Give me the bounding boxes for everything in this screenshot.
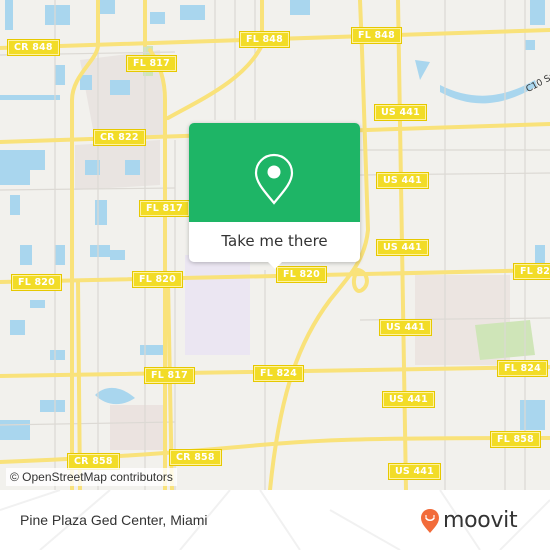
road-label: US 441 <box>388 463 441 480</box>
road-label: FL 817 <box>126 55 177 72</box>
moovit-wordmark: moovit <box>443 508 518 533</box>
road-label: US 441 <box>382 391 435 408</box>
road-label: FL 820 <box>11 274 62 291</box>
road-label: FL 848 <box>351 27 402 44</box>
road-label: FL 820 <box>132 271 183 288</box>
map-attribution[interactable]: © OpenStreetMap contributors <box>6 468 177 486</box>
road-label: FL 817 <box>139 200 190 217</box>
take-me-there-button[interactable]: Take me there <box>189 222 360 262</box>
road-label: FL 817 <box>144 367 195 384</box>
road-label: FL 858 <box>490 431 541 448</box>
road-label: CR 858 <box>169 449 222 466</box>
road-label: US 441 <box>374 104 427 121</box>
road-label: FL 824 <box>253 365 304 382</box>
footer: Pine Plaza Ged Center, Miami moovit <box>0 490 550 550</box>
place-name: Pine Plaza Ged Center, Miami <box>20 512 208 528</box>
road-label: US 441 <box>379 319 432 336</box>
popup-header <box>189 123 360 222</box>
road-label: US 441 <box>376 239 429 256</box>
map-view[interactable]: CR 848 FL 848 FL 848 FL 817 CR 822 US 44… <box>0 0 550 490</box>
road-label: CR 822 <box>93 129 146 146</box>
moovit-pin-icon <box>421 509 439 533</box>
road-label: US 441 <box>376 172 429 189</box>
road-label: FL 824 <box>497 360 548 377</box>
moovit-logo[interactable]: moovit <box>420 508 518 534</box>
road-label: CR 858 <box>67 453 120 470</box>
residential-area <box>110 405 165 450</box>
road-label: FL 848 <box>239 31 290 48</box>
institutional-area <box>185 255 250 355</box>
map-pin-icon <box>254 153 294 205</box>
road-label: FL 820 <box>513 263 550 280</box>
take-me-there-popup[interactable]: Take me there <box>189 123 360 269</box>
road-label: FL 820 <box>276 266 327 283</box>
popup-tail <box>267 261 283 269</box>
road-label: CR 848 <box>7 39 60 56</box>
